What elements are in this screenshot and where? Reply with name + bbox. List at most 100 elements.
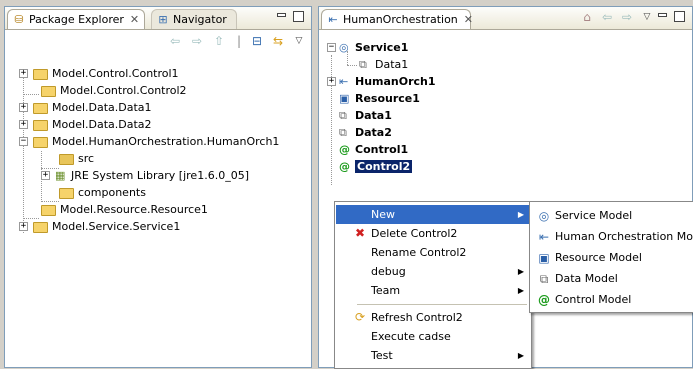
tree-item[interactable]: + Model.Service.Service1 (19, 218, 180, 235)
submenu-arrow-icon: ▶ (517, 210, 524, 219)
maximize-icon[interactable] (293, 11, 304, 22)
context-menu: New ▶ ✖ Delete Control2 Rename Control2 de… (334, 201, 532, 369)
menu-item-test[interactable]: Test ▶ (336, 346, 530, 365)
menu-item-team[interactable]: Team ▶ (336, 281, 530, 300)
project-folder-icon (33, 136, 48, 148)
left-tabbar: ⛁ Package Explorer ✕ ⊞ Navigator (5, 7, 311, 30)
expand-toggle[interactable]: + (41, 171, 50, 180)
close-icon[interactable]: ✕ (464, 13, 473, 26)
control-icon: @ (339, 160, 350, 173)
package-explorer-icon: ⛁ (14, 13, 24, 26)
service-icon: ◎ (339, 41, 349, 54)
maximize-icon[interactable] (674, 11, 685, 22)
tree-item[interactable]: Model.Control.Control2 (19, 82, 187, 99)
submenu-item-data-model[interactable]: ⧉ Data Model (531, 268, 618, 289)
submenu-item-label: Control Model (555, 293, 632, 306)
left-toolbar: ⇦ ⇨ ⇧ | ⊟ ⇆ ▽ (5, 30, 311, 52)
data-icon: ⧉ (539, 272, 549, 286)
tree-item[interactable]: − Model.HumanOrchestration.HumanOrch1 (19, 133, 279, 150)
up-icon[interactable]: ⇧ (211, 33, 227, 49)
expand-toggle[interactable]: + (19, 120, 28, 129)
tab-package-explorer[interactable]: ⛁ Package Explorer ✕ (7, 9, 145, 29)
source-folder-icon (59, 153, 74, 165)
tree-item-label: HumanOrch1 (355, 75, 436, 88)
data-icon: ⧉ (339, 126, 347, 139)
submenu-item-service-model[interactable]: ◎ Service Model (531, 205, 632, 226)
tree-item[interactable]: + Model.Control.Control1 (19, 65, 179, 82)
project-folder-icon (33, 119, 48, 131)
menu-item-rename[interactable]: Rename Control2 (336, 243, 530, 262)
forward-icon[interactable]: ⇨ (189, 33, 205, 49)
collapse-toggle[interactable]: − (19, 137, 28, 146)
tree-item[interactable]: ⧉ Data2 (339, 124, 392, 141)
menu-item-label: Team (371, 284, 401, 297)
forward-icon[interactable]: ⇨ (619, 9, 635, 25)
expand-toggle[interactable]: + (327, 77, 336, 86)
submenu-item-resource-model[interactable]: ▣ Resource Model (531, 247, 642, 268)
tree-item[interactable]: src (59, 150, 94, 167)
menu-item-refresh[interactable]: ⟳ Refresh Control2 (336, 308, 530, 327)
delete-icon: ✖ (354, 226, 366, 240)
back-icon[interactable]: ⇦ (167, 33, 183, 49)
home-icon[interactable]: ⌂ (579, 9, 595, 25)
data-icon: ⧉ (339, 109, 347, 122)
submenu-item-label: Resource Model (555, 251, 642, 264)
tree-item[interactable]: @ Control1 (339, 141, 408, 158)
back-icon[interactable]: ⇦ (599, 9, 615, 25)
navigator-icon: ⊞ (158, 13, 168, 26)
toolbar-divider: | (236, 34, 242, 48)
expand-toggle[interactable]: + (19, 103, 28, 112)
view-menu-icon[interactable]: ▽ (291, 33, 307, 49)
tree-item-label: Model.Data.Data1 (52, 101, 152, 114)
tree-item[interactable]: + Model.Data.Data2 (19, 116, 152, 133)
tree-item-label: Control2 (353, 159, 414, 174)
submenu-item-label: Service Model (555, 209, 633, 222)
project-folder-icon (33, 68, 48, 80)
tree-item[interactable]: ⧉ Data1 (359, 56, 408, 73)
tree-item-label: Model.Service.Service1 (52, 220, 181, 233)
menu-item-new[interactable]: New ▶ (336, 205, 530, 224)
submenu-item-label: Data Model (555, 272, 618, 285)
tree-item[interactable]: + Model.Data.Data1 (19, 99, 152, 116)
menu-item-label: New (371, 208, 395, 221)
submenu-item-human-orchestration-model[interactable]: ⇤ Human Orchestration Model (531, 226, 693, 247)
minimize-icon[interactable] (277, 13, 286, 17)
library-icon: ▦ (55, 169, 66, 182)
human-orchestration-icon: ⇤ (328, 13, 338, 26)
collapse-all-icon[interactable]: ⊟ (249, 33, 265, 49)
view-menu-icon[interactable]: ▽ (639, 9, 655, 25)
menu-item-execute-cadse[interactable]: Execute cadse (336, 327, 530, 346)
tree-item-label: src (78, 152, 95, 165)
tree-item-label: JRE System Library [jre1.6.0_05] (71, 169, 249, 182)
project-folder-icon (41, 85, 56, 97)
tree-item[interactable]: ⧉ Data1 (339, 107, 392, 124)
tree-item[interactable]: components (59, 184, 146, 201)
collapse-toggle[interactable]: − (327, 43, 336, 52)
submenu-item-control-model[interactable]: @ Control Model (531, 289, 631, 310)
tab-navigator[interactable]: ⊞ Navigator (151, 9, 237, 29)
tree-item[interactable]: + ▦ JRE System Library [jre1.6.0_05] (41, 167, 249, 184)
expand-toggle[interactable]: + (19, 222, 28, 231)
tree-item[interactable]: ▣ Resource1 (339, 90, 420, 107)
tree-item-label: Data2 (355, 126, 392, 139)
tree-item[interactable]: Model.Resource.Resource1 (19, 201, 208, 218)
menu-item-delete[interactable]: ✖ Delete Control2 (336, 224, 530, 243)
tree-item-label: Control1 (355, 143, 409, 156)
menu-item-debug[interactable]: debug ▶ (336, 262, 530, 281)
expand-toggle[interactable]: + (19, 69, 28, 78)
tree-item-label: Model.HumanOrchestration.HumanOrch1 (52, 135, 280, 148)
package-explorer-view: ⛁ Package Explorer ✕ ⊞ Navigator ⇦ ⇨ ⇧ | ⊟ … (4, 6, 312, 368)
tree-line (347, 65, 357, 66)
tree-item-label: Model.Control.Control2 (60, 84, 187, 97)
tab-human-orchestration[interactable]: ⇤ HumanOrchestration ✕ (321, 9, 473, 29)
tree-item-label: Service1 (355, 41, 409, 54)
tree-item[interactable]: − ◎ Service1 (327, 39, 408, 56)
control-icon: @ (538, 293, 550, 307)
link-with-editor-icon[interactable]: ⇆ (270, 33, 286, 49)
minimize-icon[interactable] (658, 13, 667, 17)
submenu-item-label: Human Orchestration Model (555, 230, 693, 243)
tree-item-selected[interactable]: @ Control2 (339, 158, 414, 175)
tree-item-label: Model.Control.Control1 (52, 67, 179, 80)
close-icon[interactable]: ✕ (130, 13, 139, 26)
tree-item[interactable]: + ⇤ HumanOrch1 (327, 73, 436, 90)
